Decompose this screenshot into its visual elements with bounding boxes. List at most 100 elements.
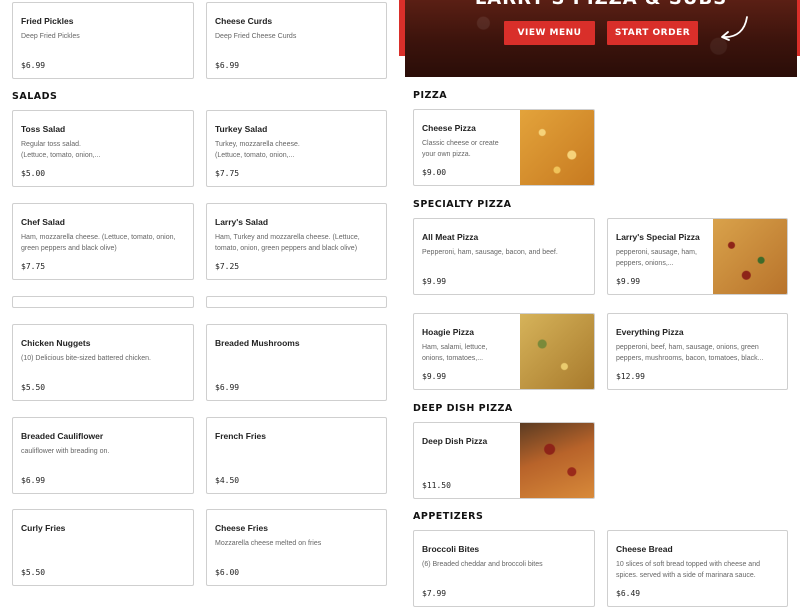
item-description-line: spices. served with a side of marinara s… (616, 572, 756, 579)
menu-item-card[interactable]: Larry's Salad Ham, Turkey and mozzarella… (206, 203, 387, 280)
item-price: $9.99 (616, 277, 641, 286)
section-title-specialty-pizza: SPECIALTY PIZZA (413, 199, 512, 210)
item-description: Ham, salami, lettuce, onions, tomatoes,.… (422, 342, 517, 364)
menu-item-card-collapsed[interactable] (12, 296, 194, 308)
item-name: Larry's Salad (215, 217, 269, 227)
item-name: Breaded Mushrooms (215, 338, 300, 348)
menu-item-card[interactable]: Cheese Fries Mozzarella cheese melted on… (206, 509, 387, 586)
item-description: Regular toss salad. (Lettuce, tomato, on… (21, 139, 100, 161)
item-name: Cheese Fries (215, 523, 268, 533)
item-price: $5.50 (21, 568, 46, 577)
item-price: $6.99 (21, 476, 46, 485)
item-price: $9.99 (422, 277, 447, 286)
item-description-line: Ham, salami, lettuce, (422, 344, 488, 351)
menu-item-card[interactable]: Larry's Special Pizza pepperoni, sausage… (607, 218, 788, 295)
item-description-line: Ham, Turkey and mozzarella cheese. (Lett… (215, 234, 360, 241)
menu-item-card[interactable]: Deep Dish Pizza $11.50 (413, 422, 595, 499)
item-name: Curly Fries (21, 523, 66, 533)
item-name: Chef Salad (21, 217, 65, 227)
item-description-line: tomato, onion, green peppers and black o… (215, 245, 358, 252)
item-price: $6.49 (616, 589, 641, 598)
item-description: (6) Breaded cheddar and broccoli bites (422, 559, 543, 570)
item-description: 10 slices of soft bread topped with chee… (616, 559, 760, 581)
menu-item-card[interactable]: Hoagie Pizza Ham, salami, lettuce, onion… (413, 313, 595, 390)
item-name: Broccoli Bites (422, 544, 480, 554)
section-title-deep-dish-pizza: DEEP DISH PIZZA (413, 403, 513, 414)
item-price: $7.75 (215, 169, 240, 178)
item-description: Deep Fried Cheese Curds (215, 33, 297, 40)
item-description: cauliflower with breading on. (21, 448, 110, 455)
menu-item-card[interactable]: Everything Pizza pepperoni, beef, ham, s… (607, 313, 788, 390)
item-description: Classic cheese or create your own pizza. (422, 138, 517, 160)
view-menu-button[interactable]: VIEW MENU (504, 21, 595, 45)
item-name: All Meat Pizza (422, 232, 479, 242)
item-price: $9.00 (422, 168, 447, 177)
item-price: $6.00 (215, 568, 240, 577)
item-price: $5.50 (21, 383, 46, 392)
hero-banner: LARRY'S PIZZA & SUBS VIEW MENU START ORD… (405, 0, 797, 77)
item-description-line: Ham, mozzarella cheese. (Lettuce, tomato… (21, 234, 176, 241)
item-description-line: 10 slices of soft bread topped with chee… (616, 561, 760, 568)
item-description-line: Classic cheese or create (422, 140, 499, 147)
menu-item-card[interactable]: Broccoli Bites (6) Breaded cheddar and b… (413, 530, 595, 607)
item-description-line: pepperoni, beef, ham, sausage, onions, g… (616, 344, 759, 351)
menu-item-card-collapsed[interactable] (206, 296, 387, 308)
item-description-line: Turkey, mozzarella cheese. (215, 141, 300, 148)
menu-item-card[interactable]: Fried Pickles Deep Fried Pickles $6.99 (12, 2, 194, 79)
item-price: $9.99 (422, 372, 447, 381)
menu-item-card[interactable]: Chicken Nuggets (10) Delicious bite-size… (12, 324, 194, 401)
item-price: $7.99 (422, 589, 447, 598)
item-name: Breaded Cauliflower (21, 431, 104, 441)
hoagie-pizza-photo (520, 314, 594, 389)
larrys-special-pizza-photo (713, 219, 787, 294)
cheese-pizza-photo (520, 110, 594, 185)
item-description: Ham, Turkey and mozzarella cheese. (Lett… (215, 232, 360, 254)
menu-item-card[interactable]: Cheese Pizza Classic cheese or create yo… (413, 109, 595, 186)
menu-item-card[interactable]: French Fries $4.50 (206, 417, 387, 494)
menu-item-card[interactable]: Cheese Bread 10 slices of soft bread top… (607, 530, 788, 607)
item-description: (10) Delicious bite-sized battered chick… (21, 355, 151, 362)
item-price: $7.75 (21, 262, 46, 271)
item-description-line: Pepperoni, ham, sausage, bacon, and beef… (422, 249, 558, 256)
item-description: pepperoni, beef, ham, sausage, onions, g… (616, 342, 763, 364)
item-name: Cheese Curds (215, 16, 273, 26)
item-name: Fried Pickles (21, 16, 74, 26)
menu-item-card[interactable]: All Meat Pizza Pepperoni, ham, sausage, … (413, 218, 595, 295)
item-name: French Fries (215, 431, 267, 441)
item-description-line: onions, tomatoes,... (422, 355, 484, 362)
deep-dish-pizza-photo (520, 423, 594, 498)
item-price: $6.99 (215, 61, 240, 70)
item-description: Ham, mozzarella cheese. (Lettuce, tomato… (21, 232, 175, 254)
start-order-button[interactable]: START ORDER (607, 21, 698, 45)
item-price: $11.50 (422, 481, 451, 490)
menu-item-card[interactable]: Toss Salad Regular toss salad. (Lettuce,… (12, 110, 194, 187)
item-name: Everything Pizza (616, 327, 684, 337)
item-name: Cheese Bread (616, 544, 673, 554)
section-title-salads: SALADS (12, 91, 58, 102)
item-name: Chicken Nuggets (21, 338, 91, 348)
item-price: $7.25 (215, 262, 240, 271)
item-description-line: Regular toss salad. (21, 141, 81, 148)
item-price: $6.99 (215, 383, 240, 392)
menu-item-card[interactable]: Cheese Curds Deep Fried Cheese Curds $6.… (206, 2, 387, 79)
menu-item-card[interactable]: Curly Fries $5.50 (12, 509, 194, 586)
item-price: $4.50 (215, 476, 240, 485)
item-name: Cheese Pizza (422, 123, 476, 133)
item-name: Toss Salad (21, 124, 66, 134)
item-name: Hoagie Pizza (422, 327, 474, 337)
item-price: $6.99 (21, 61, 46, 70)
section-title-appetizers: APPETIZERS (413, 511, 484, 522)
item-description-line: peppers, mushrooms, bacon, tomatoes, bla… (616, 355, 764, 362)
item-description: Mozzarella cheese melted on fries (215, 540, 322, 547)
item-description-line: green peppers and black olive) (21, 245, 117, 252)
item-name: Larry's Special Pizza (616, 232, 700, 242)
item-price: $12.99 (616, 372, 645, 381)
menu-item-card[interactable]: Breaded Mushrooms $6.99 (206, 324, 387, 401)
item-description-line: (6) Breaded cheddar and broccoli bites (422, 561, 543, 568)
menu-item-card[interactable]: Breaded Cauliflower cauliflower with bre… (12, 417, 194, 494)
menu-item-card[interactable]: Turkey Salad Turkey, mozzarella cheese. … (206, 110, 387, 187)
item-description: Turkey, mozzarella cheese. (Lettuce, tom… (215, 139, 300, 161)
hero-title: LARRY'S PIZZA & SUBS (405, 0, 797, 9)
menu-item-card[interactable]: Chef Salad Ham, mozzarella cheese. (Lett… (12, 203, 194, 280)
item-price: $5.00 (21, 169, 46, 178)
